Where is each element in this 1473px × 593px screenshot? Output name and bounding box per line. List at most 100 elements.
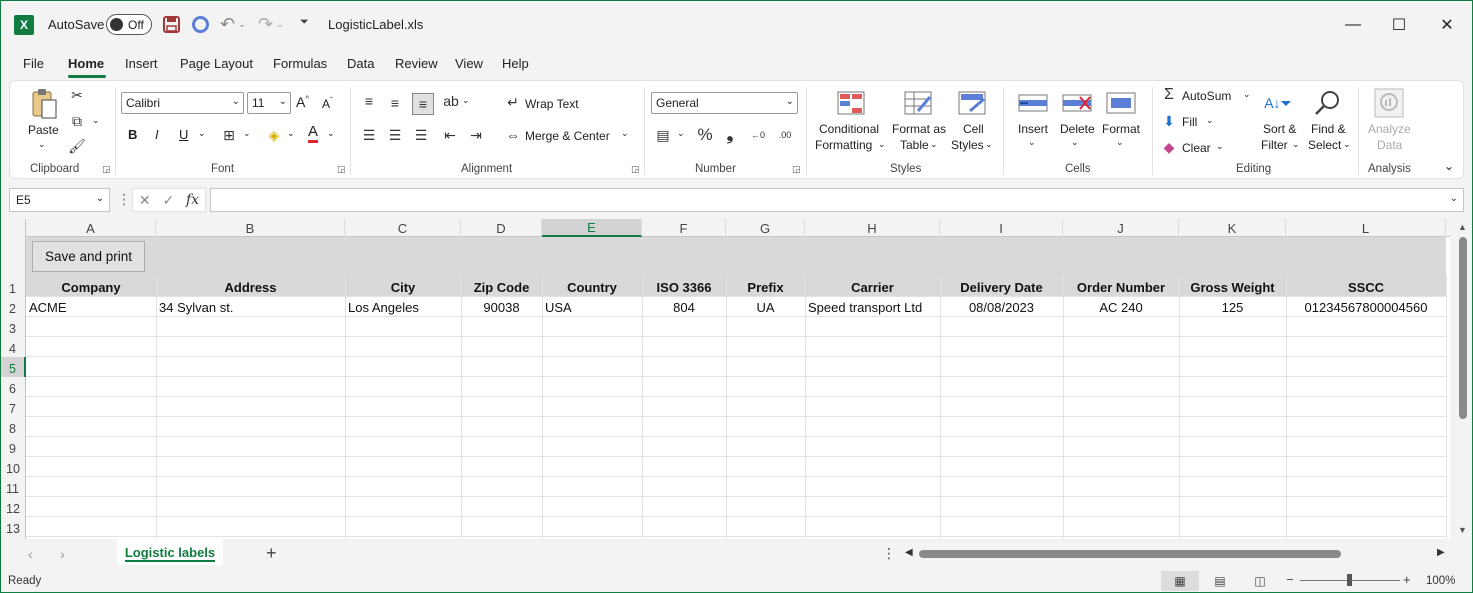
normal-view-icon[interactable]: ▦ bbox=[1161, 571, 1199, 591]
orientation-icon[interactable]: ab bbox=[442, 92, 460, 110]
format-table-dropdown-icon[interactable]: ⌄ bbox=[930, 139, 938, 150]
column-header-i[interactable]: I bbox=[940, 219, 1063, 237]
scroll-down-icon[interactable]: ▼ bbox=[1458, 525, 1467, 535]
maximize-icon[interactable]: ☐ bbox=[1376, 10, 1422, 40]
row-header-1[interactable]: 1 bbox=[0, 237, 26, 297]
tab-help[interactable]: Help bbox=[502, 56, 529, 71]
horizontal-scrollbar[interactable]: ◀ ▶ bbox=[905, 547, 1450, 561]
sort-dropdown-icon[interactable]: ⌄ bbox=[1292, 139, 1300, 150]
selected-cell[interactable] bbox=[542, 357, 642, 377]
clipboard-launcher-icon[interactable]: ◲ bbox=[102, 164, 111, 175]
accounting-dropdown-icon[interactable]: ⌄ bbox=[677, 128, 685, 139]
find-select-label-2[interactable]: Select bbox=[1308, 137, 1341, 153]
column-header-e[interactable]: E bbox=[542, 219, 642, 237]
find-select-icon[interactable] bbox=[1312, 88, 1342, 118]
vertical-scrollbar[interactable]: ▲ ▼ bbox=[1450, 219, 1473, 539]
row-header-10[interactable]: 10 bbox=[0, 457, 26, 477]
data-cell[interactable]: 01234567800004560 bbox=[1286, 297, 1446, 317]
insert-cells-label[interactable]: Insert bbox=[1018, 121, 1048, 137]
tab-review[interactable]: Review bbox=[395, 56, 438, 71]
increase-decimal-icon[interactable]: ←0 bbox=[749, 126, 767, 144]
customize-qat-icon[interactable]: ⏷ bbox=[300, 16, 309, 29]
underline-dropdown-icon[interactable]: ⌄ bbox=[198, 128, 206, 139]
autosum-button[interactable]: AutoSum bbox=[1182, 89, 1231, 103]
scroll-up-icon[interactable]: ▲ bbox=[1458, 222, 1467, 232]
align-right-icon[interactable]: ☰ bbox=[412, 126, 430, 144]
format-as-table-icon[interactable] bbox=[903, 90, 933, 116]
align-center-icon[interactable]: ☰ bbox=[386, 126, 404, 144]
font-size-combo[interactable]: 11 ⌄ bbox=[247, 92, 291, 114]
tab-formulas[interactable]: Formulas bbox=[273, 56, 327, 71]
bold-button[interactable]: B bbox=[128, 127, 137, 142]
save-icon[interactable] bbox=[163, 16, 180, 33]
data-cell[interactable]: USA bbox=[542, 297, 642, 317]
select-all-corner[interactable] bbox=[0, 219, 26, 237]
header-cell[interactable]: Country bbox=[542, 277, 642, 297]
row-header-6[interactable]: 6 bbox=[0, 377, 26, 397]
header-cell[interactable]: ISO 3366 bbox=[642, 277, 726, 297]
row-header-7[interactable]: 7 bbox=[0, 397, 26, 417]
format-cells-label[interactable]: Format bbox=[1102, 121, 1140, 137]
row-header-8[interactable]: 8 bbox=[0, 417, 26, 437]
expand-formula-bar-icon[interactable]: ⌄ bbox=[1450, 193, 1458, 204]
delete-cells-icon[interactable] bbox=[1061, 90, 1093, 116]
underline-button[interactable]: U bbox=[179, 127, 188, 142]
format-painter-icon[interactable]: 🖌 bbox=[68, 137, 86, 155]
conditional-dropdown-icon[interactable]: ⌄ bbox=[878, 139, 886, 150]
page-break-view-icon[interactable]: ◫ bbox=[1241, 571, 1279, 591]
data-cell[interactable]: 08/08/2023 bbox=[940, 297, 1063, 317]
scroll-left-icon[interactable]: ◀ bbox=[905, 547, 913, 558]
font-name-combo[interactable]: Calibri ⌄ bbox=[121, 92, 244, 114]
fill-button[interactable]: Fill bbox=[1182, 115, 1197, 129]
close-icon[interactable]: ✕ bbox=[1424, 10, 1470, 40]
row-header-12[interactable]: 12 bbox=[0, 497, 26, 517]
copy-icon[interactable]: ⧉ bbox=[68, 112, 86, 130]
data-cell[interactable]: 90038 bbox=[461, 297, 542, 317]
more-options-icon[interactable]: ⋮ bbox=[882, 545, 896, 562]
align-left-icon[interactable]: ☰ bbox=[360, 126, 378, 144]
font-color-dropdown-icon[interactable]: ⌄ bbox=[327, 128, 335, 139]
delete-cells-label[interactable]: Delete bbox=[1060, 121, 1095, 137]
font-launcher-icon[interactable]: ◲ bbox=[337, 164, 346, 175]
page-layout-view-icon[interactable]: ▤ bbox=[1201, 571, 1239, 591]
italic-button[interactable]: I bbox=[155, 127, 159, 142]
save-and-print-button[interactable]: Save and print bbox=[32, 241, 145, 272]
increase-font-icon[interactable]: A^ bbox=[296, 94, 309, 110]
vertical-scroll-thumb[interactable] bbox=[1459, 237, 1467, 419]
format-as-table-label-1[interactable]: Format as bbox=[892, 121, 946, 137]
format-dropdown-icon[interactable]: ⌄ bbox=[1116, 137, 1124, 148]
name-box[interactable]: E5 ⌄ bbox=[9, 188, 110, 212]
format-cells-icon[interactable] bbox=[1105, 90, 1137, 116]
row-header-9[interactable]: 9 bbox=[0, 437, 26, 457]
data-cell[interactable]: 34 Sylvan st. bbox=[156, 297, 345, 317]
paste-icon[interactable] bbox=[30, 88, 60, 122]
merge-dropdown-icon[interactable]: ⌄ bbox=[621, 128, 629, 139]
comma-style-icon[interactable]: ❟ bbox=[721, 125, 739, 144]
header-cell[interactable]: SSCC bbox=[1286, 277, 1446, 297]
next-sheet-icon[interactable]: › bbox=[60, 546, 65, 562]
paste-dropdown-icon[interactable]: ⌄ bbox=[38, 139, 46, 150]
header-cell[interactable]: Company bbox=[26, 277, 156, 297]
clear-dropdown-icon[interactable]: ⌄ bbox=[1216, 141, 1224, 152]
header-cell[interactable]: City bbox=[345, 277, 461, 297]
prev-sheet-icon[interactable]: ‹ bbox=[28, 546, 33, 562]
merge-center-button[interactable]: Merge & Center bbox=[525, 129, 610, 143]
data-cell[interactable]: UA bbox=[726, 297, 805, 317]
insert-cells-icon[interactable] bbox=[1017, 90, 1049, 116]
orientation-dropdown-icon[interactable]: ⌄ bbox=[462, 95, 470, 106]
decrease-decimal-icon[interactable]: .00 bbox=[776, 126, 794, 144]
header-cell[interactable]: Zip Code bbox=[461, 277, 542, 297]
column-header-d[interactable]: D bbox=[461, 219, 542, 237]
fill-dropdown-icon[interactable]: ⌄ bbox=[1206, 115, 1214, 126]
sheet-tab-logistic-labels[interactable]: Logistic labels bbox=[117, 539, 223, 565]
conditional-formatting-label-2[interactable]: Formatting bbox=[815, 137, 872, 153]
zoom-out-icon[interactable]: − bbox=[1286, 572, 1294, 587]
cell-styles-dropdown-icon[interactable]: ⌄ bbox=[985, 139, 993, 150]
decrease-indent-icon[interactable]: ⇤ bbox=[441, 126, 459, 144]
cell-styles-icon[interactable] bbox=[957, 90, 987, 116]
delete-dropdown-icon[interactable]: ⌄ bbox=[1071, 137, 1079, 148]
tab-file[interactable]: File bbox=[23, 56, 44, 71]
fill-color-icon[interactable]: ◈ bbox=[265, 126, 283, 144]
bottom-align-icon[interactable]: ≡ bbox=[412, 93, 434, 115]
column-header-j[interactable]: J bbox=[1063, 219, 1179, 237]
